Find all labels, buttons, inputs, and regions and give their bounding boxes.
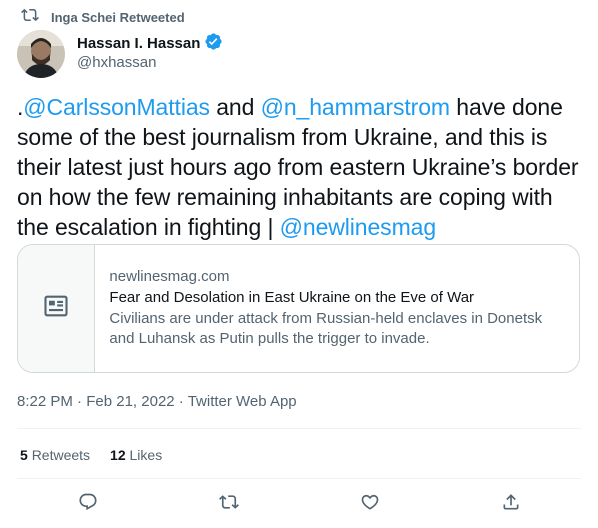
- mention-link[interactable]: @n_hammarstrom: [261, 94, 450, 120]
- author-name-row[interactable]: Hassan I. Hassan: [77, 32, 223, 55]
- card-description: Civilians are under attack from Russian-…: [109, 310, 543, 347]
- tweet-source[interactable]: Twitter Web App: [188, 393, 297, 410]
- likes-label: Likes: [129, 447, 163, 463]
- like-icon: [360, 492, 380, 517]
- mention-link[interactable]: @newlinesmag: [280, 214, 436, 240]
- divider: [17, 428, 581, 429]
- action-bar: [17, 490, 581, 518]
- tweet-time[interactable]: 8:22 PM: [17, 393, 73, 410]
- retweet-button[interactable]: [212, 490, 246, 518]
- divider: [17, 478, 581, 479]
- meta-separator: ·: [174, 393, 188, 410]
- tweet-text-segment: and: [209, 94, 261, 120]
- link-card[interactable]: newlinesmag.com Fear and Desolation in E…: [17, 244, 580, 373]
- reply-button[interactable]: [71, 490, 105, 518]
- tweet-stats: 5 Retweets 12 Likes: [20, 447, 162, 463]
- share-icon: [501, 492, 521, 517]
- retweet-icon: [21, 6, 39, 29]
- likes-count: 12: [110, 447, 126, 463]
- like-button[interactable]: [353, 490, 387, 518]
- article-icon: [42, 292, 70, 325]
- share-button[interactable]: [494, 490, 528, 518]
- author-handle[interactable]: @hxhassan: [77, 54, 156, 71]
- profile-photo: [17, 30, 65, 78]
- author-name: Hassan I. Hassan: [77, 35, 201, 52]
- retweet-icon: [218, 492, 239, 517]
- tweet-date[interactable]: Feb 21, 2022: [86, 393, 174, 410]
- retweets-stat[interactable]: 5 Retweets: [20, 447, 90, 463]
- retweet-context[interactable]: Inga Schei Retweeted: [21, 8, 185, 26]
- card-domain: newlinesmag.com: [109, 268, 230, 285]
- mention-link[interactable]: @CarlssonMattias: [23, 94, 210, 120]
- tweet-text: .@CarlssonMattias and @n_hammarstrom hav…: [17, 92, 585, 242]
- card-title: Fear and Desolation in East Ukraine on t…: [109, 289, 475, 306]
- likes-stat[interactable]: 12 Likes: [110, 447, 162, 463]
- card-thumbnail: [18, 245, 96, 372]
- avatar[interactable]: [17, 30, 65, 78]
- retweets-count: 5: [20, 447, 28, 463]
- verified-badge-icon: [204, 32, 223, 55]
- tweet-meta: 8:22 PM · Feb 21, 2022 · Twitter Web App: [17, 393, 297, 410]
- retweets-label: Retweets: [31, 447, 91, 463]
- reply-icon: [78, 492, 98, 517]
- retweet-context-label: Inga Schei Retweeted: [51, 9, 185, 25]
- card-body: newlinesmag.com Fear and Desolation in E…: [95, 245, 579, 372]
- meta-separator: ·: [72, 393, 87, 410]
